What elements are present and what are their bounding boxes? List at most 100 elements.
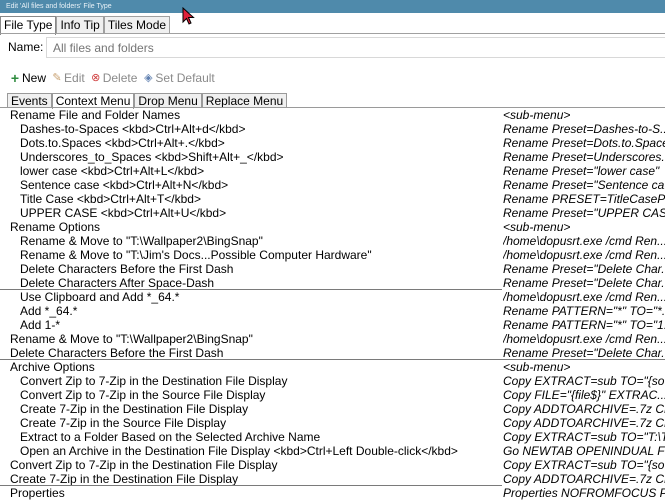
item-command: Copy EXTRACT=sub TO="{so...	[503, 374, 665, 388]
item-command: Copy ADDTOARCHIVE=.7z CR...	[503, 472, 665, 486]
edit-button[interactable]: ✎ Edit	[52, 71, 85, 85]
item-label: Rename & Move to "T:\Wallpaper2\BingSnap…	[20, 234, 263, 248]
edit-label: Edit	[64, 71, 85, 85]
name-label: Name:	[8, 40, 44, 54]
list-item[interactable]: Convert Zip to 7-Zip in the Destination …	[0, 458, 665, 472]
list-item[interactable]: Open an Archive in the Destination File …	[0, 444, 665, 458]
item-label: Use Clipboard and Add *_64.*	[20, 290, 180, 304]
item-command: /home\dopusrt.exe /cmd Ren...	[503, 290, 665, 304]
item-label: Title Case <kbd>Ctrl+Alt+T</kbd>	[20, 192, 201, 206]
item-command: /home\dopusrt.exe /cmd Ren...	[503, 248, 665, 262]
item-command: <sub-menu>	[503, 220, 571, 234]
item-command: Rename PATTERN="*" TO="1...	[503, 318, 665, 332]
list-item[interactable]: Rename Options <sub-menu>	[0, 220, 665, 234]
list-item[interactable]: Convert Zip to 7-Zip in the Destination …	[0, 374, 665, 388]
list-item[interactable]: Delete Characters Before the First Dash …	[0, 262, 665, 276]
item-label: Delete Characters After Space-Dash	[20, 276, 215, 290]
item-label: Convert Zip to 7-Zip in the Destination …	[20, 374, 288, 388]
item-command: Rename PATTERN="*" TO="*...	[503, 304, 665, 318]
item-label: Rename File and Folder Names	[10, 108, 181, 122]
item-label: Open an Archive in the Destination File …	[20, 444, 458, 458]
top-tab-strip: File Type Info Tip Tiles Mode	[0, 16, 171, 35]
item-command: Rename Preset="Delete Char...	[503, 262, 665, 276]
list-item[interactable]: lower case <kbd>Ctrl+Alt+L</kbd> Rename …	[0, 164, 665, 178]
item-label: Convert Zip to 7-Zip in the Source File …	[20, 388, 266, 402]
set-default-label: Set Default	[155, 71, 215, 85]
item-label: UPPER CASE <kbd>Ctrl+Alt+U</kbd>	[20, 206, 227, 220]
set-default-icon: ◈	[144, 72, 153, 84]
item-label: Archive Options	[10, 360, 95, 374]
item-command: Copy ADDTOARCHIVE=.7z CR...	[503, 402, 665, 416]
item-label: Create 7-Zip in the Source File Display	[20, 416, 227, 430]
item-label: Delete Characters Before the First Dash	[10, 346, 224, 360]
tab-events[interactable]: Events	[7, 93, 52, 108]
item-command: Copy EXTRACT=sub TO="T:\T...	[503, 430, 665, 444]
item-label: Extract to a Folder Based on the Selecte…	[20, 430, 321, 444]
list-item[interactable]: Rename & Move to "T:\Wallpaper2\BingSnap…	[0, 234, 665, 248]
tab-replace-menu[interactable]: Replace Menu	[201, 93, 288, 108]
item-command: Rename Preset="Delete Char...	[503, 276, 665, 290]
tab-divider	[0, 33, 665, 34]
mouse-cursor-icon	[182, 7, 195, 25]
list-item[interactable]: Properties Properties NOFROMFOCUS PO...	[0, 486, 665, 500]
item-command: Rename Preset=Underscores...	[503, 150, 665, 164]
list-item[interactable]: Delete Characters Before the First Dash …	[0, 346, 665, 360]
item-label: Add *_64.*	[20, 304, 78, 318]
list-item[interactable]: Delete Characters After Space-Dash Renam…	[0, 276, 665, 290]
item-command: /home\dopusrt.exe /cmd Ren...	[503, 234, 665, 248]
list-item[interactable]: UPPER CASE <kbd>Ctrl+Alt+U</kbd> Rename …	[0, 206, 665, 220]
item-command: Properties NOFROMFOCUS PO...	[503, 486, 665, 500]
list-item[interactable]: Sentence case <kbd>Ctrl+Alt+N</kbd> Rena…	[0, 178, 665, 192]
item-command: Rename Preset=Dashes-to-S...	[503, 122, 665, 136]
item-command: Rename Preset="UPPER CASE"	[503, 206, 665, 220]
item-label: Properties	[10, 486, 65, 500]
item-command: Rename Preset="lower case"	[503, 164, 660, 178]
list-item[interactable]: Rename & Move to "T:\Wallpaper2\BingSnap…	[0, 332, 665, 346]
tab-tiles-mode[interactable]: Tiles Mode	[103, 16, 171, 34]
item-label: Add 1-*	[20, 318, 61, 332]
list-item[interactable]: Create 7-Zip in the Destination File Dis…	[0, 472, 665, 486]
item-label: Rename & Move to "T:\Jim's Docs...Possib…	[20, 248, 372, 262]
delete-button[interactable]: ⊗ Delete	[91, 71, 138, 85]
tab-info-tip[interactable]: Info Tip	[56, 16, 104, 34]
list-item[interactable]: Rename File and Folder Names <sub-menu>	[0, 108, 665, 122]
new-button[interactable]: + New	[10, 71, 46, 85]
toolbar: + New ✎ Edit ⊗ Delete ◈ Set Default	[10, 70, 221, 86]
title-bar: Edit 'All files and folders' File Type	[0, 0, 665, 13]
item-command: Rename Preset="Delete Char...	[503, 346, 665, 360]
sub-tab-strip: Events Context Menu Drop Menu Replace Me…	[7, 93, 288, 109]
item-command: Rename PRESET=TitleCasePlus	[503, 192, 665, 206]
list-item[interactable]: Title Case <kbd>Ctrl+Alt+T</kbd> Rename …	[0, 192, 665, 206]
list-item[interactable]: Add *_64.* Rename PATTERN="*" TO="*...	[0, 304, 665, 318]
list-item[interactable]: Archive Options <sub-menu>	[0, 360, 665, 374]
list-item[interactable]: Convert Zip to 7-Zip in the Source File …	[0, 388, 665, 402]
delete-label: Delete	[102, 71, 138, 85]
window-title: Edit 'All files and folders' File Type	[6, 3, 112, 10]
tab-drop-menu[interactable]: Drop Menu	[134, 93, 202, 108]
list-item[interactable]: Add 1-* Rename PATTERN="*" TO="1...	[0, 318, 665, 332]
item-command: <sub-menu>	[503, 108, 571, 122]
set-default-button[interactable]: ◈ Set Default	[143, 71, 215, 85]
item-command: <sub-menu>	[503, 360, 571, 374]
item-command: Copy ADDTOARCHIVE=.7z CR...	[503, 416, 665, 430]
list-item[interactable]: Use Clipboard and Add *_64.* /home\dopus…	[0, 290, 665, 304]
name-input[interactable]	[46, 37, 665, 58]
item-label: Rename Options	[10, 220, 101, 234]
item-command: /home\dopusrt.exe /cmd Ren...	[503, 332, 665, 346]
list-item[interactable]: Dashes-to-Spaces <kbd>Ctrl+Alt+d</kbd> R…	[0, 122, 665, 136]
item-command: Copy EXTRACT=sub TO="{so...	[503, 458, 665, 472]
list-item[interactable]: Underscores_to_Spaces <kbd>Shift+Alt+_</…	[0, 150, 665, 164]
list-item[interactable]: Rename & Move to "T:\Jim's Docs...Possib…	[0, 248, 665, 262]
item-label: Create 7-Zip in the Destination File Dis…	[20, 402, 249, 416]
item-command: Go NEWTAB OPENINDUAL FR...	[503, 444, 665, 458]
item-command: Rename Preset=Dots.to.Spaces	[503, 136, 665, 150]
item-command: Copy FILE="{file$}" EXTRAC...	[503, 388, 665, 402]
item-label: Rename & Move to "T:\Wallpaper2\BingSnap…	[10, 332, 253, 346]
item-label: Create 7-Zip in the Destination File Dis…	[10, 472, 239, 486]
item-label: Underscores_to_Spaces <kbd>Shift+Alt+_</…	[20, 150, 284, 164]
list-item[interactable]: Extract to a Folder Based on the Selecte…	[0, 430, 665, 444]
delete-icon: ⊗	[91, 72, 101, 84]
list-item[interactable]: Dots.to.Spaces <kbd>Ctrl+Alt+.</kbd> Ren…	[0, 136, 665, 150]
list-item[interactable]: Create 7-Zip in the Source File Display …	[0, 416, 665, 430]
list-item[interactable]: Create 7-Zip in the Destination File Dis…	[0, 402, 665, 416]
